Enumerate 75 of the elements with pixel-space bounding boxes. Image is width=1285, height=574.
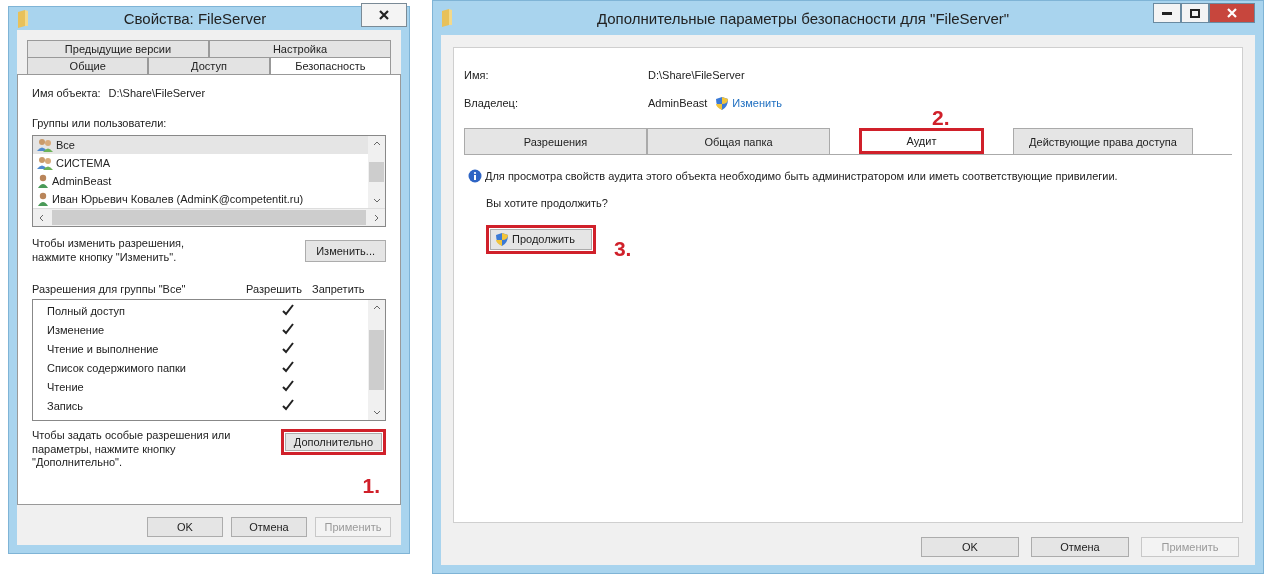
chevron-down-icon bbox=[372, 409, 381, 415]
tab[interactable]: Аудит bbox=[859, 128, 984, 154]
deny-header: Запретить bbox=[312, 282, 366, 295]
close-icon bbox=[1227, 8, 1237, 18]
tab[interactable]: Общая папка bbox=[647, 128, 830, 154]
advanced-hint: Чтобы задать особые разрешения или параметры, нажмите кнопку "Дополнительно". bbox=[32, 428, 232, 470]
owner-value: AdminBeast bbox=[648, 97, 708, 109]
maximize-icon bbox=[1190, 8, 1200, 18]
vertical-scrollbar[interactable] bbox=[368, 136, 385, 209]
permission-name: Список содержимого папки bbox=[47, 362, 187, 375]
permission-name: Запись bbox=[47, 400, 85, 413]
permission-name: Изменение bbox=[47, 324, 106, 337]
folder-icon bbox=[441, 9, 453, 27]
close-icon bbox=[379, 9, 389, 20]
permissions-header: Разрешения для группы "Все" bbox=[32, 282, 187, 295]
tab[interactable]: Предыдущие версии bbox=[27, 40, 209, 58]
chevron-right-icon bbox=[374, 213, 379, 222]
shield-icon bbox=[715, 95, 730, 111]
user-name: Иван Юрьевич Ковалев (AdminK@competentit.ru) bbox=[52, 193, 304, 206]
tab[interactable]: Настройка bbox=[209, 40, 391, 58]
minimize-button[interactable] bbox=[1153, 3, 1181, 23]
change-owner-link[interactable]: Изменить bbox=[732, 97, 782, 109]
window-title: Дополнительные параметры безопасности для "FileServer" bbox=[595, 9, 1011, 27]
list-item[interactable]: СИСТЕМА bbox=[33, 154, 368, 173]
dialog-button[interactable]: OK bbox=[147, 517, 223, 537]
name-label: Имя: bbox=[464, 69, 490, 81]
info-icon bbox=[468, 169, 482, 183]
list-item[interactable]: Иван Юрьевич Ковалев (AdminK@competentit.ru) bbox=[33, 190, 368, 209]
user-icon bbox=[37, 174, 49, 189]
users-icon bbox=[37, 138, 53, 153]
change-button[interactable]: Изменить... bbox=[305, 240, 386, 262]
change-hint: Чтобы изменить разрешения, нажмите кнопку "Изменить". bbox=[32, 237, 186, 265]
step-number: 1. bbox=[362, 474, 380, 498]
list-item[interactable]: Все bbox=[33, 136, 368, 155]
continue-button[interactable]: Продолжить bbox=[486, 224, 596, 254]
object-name-label: Имя объекта: bbox=[32, 87, 101, 100]
advanced-button[interactable]: Дополнительно bbox=[280, 428, 386, 455]
user-icon bbox=[37, 192, 49, 207]
maximize-button[interactable] bbox=[1181, 3, 1209, 23]
question-text: Вы хотите продолжить? bbox=[486, 197, 609, 209]
permission-name: Чтение и выполнение bbox=[47, 343, 160, 356]
horizontal-scrollbar[interactable] bbox=[33, 208, 385, 227]
permission-name: Полный доступ bbox=[47, 305, 127, 318]
tab[interactable]: Безопасность bbox=[269, 57, 391, 75]
permission-name: Чтение bbox=[47, 381, 85, 394]
object-name-value: D:\Share\FileServer bbox=[108, 87, 206, 100]
info-message: Для просмотра свойств аудита этого объекта необходимо быть администратором или иметь соответствующие привилегии. bbox=[485, 170, 1118, 182]
tab[interactable]: Общие bbox=[27, 57, 149, 75]
minimize-icon bbox=[1162, 11, 1172, 15]
user-name: Все bbox=[56, 139, 75, 152]
tab[interactable]: Разрешения bbox=[464, 128, 647, 154]
chevron-up-icon bbox=[372, 141, 381, 147]
allow-header: Разрешить bbox=[246, 282, 303, 295]
dialog-button[interactable]: Отмена bbox=[1031, 537, 1129, 557]
user-name: СИСТЕМА bbox=[56, 157, 110, 170]
dialog-button[interactable]: OK bbox=[921, 537, 1019, 557]
owner-label: Владелец: bbox=[464, 97, 519, 109]
user-name: AdminBeast bbox=[52, 175, 112, 188]
tab[interactable]: Доступ bbox=[148, 57, 270, 75]
chevron-down-icon bbox=[372, 198, 381, 204]
vertical-scrollbar[interactable] bbox=[368, 299, 385, 420]
chevron-up-icon bbox=[372, 304, 381, 310]
users-icon bbox=[37, 156, 53, 171]
list-item[interactable]: AdminBeast bbox=[33, 172, 368, 191]
groups-label: Группы или пользователи: bbox=[32, 117, 168, 130]
close-button[interactable] bbox=[361, 2, 407, 27]
name-value: D:\Share\FileServer bbox=[648, 69, 745, 81]
window-title: Свойства: FileServer bbox=[122, 10, 268, 28]
step-number: 3. bbox=[613, 237, 632, 261]
tab[interactable]: Действующие права доступа bbox=[1013, 128, 1193, 154]
step-number: 2. bbox=[932, 106, 950, 129]
folder-icon bbox=[17, 9, 29, 28]
chevron-left-icon bbox=[39, 213, 44, 222]
shield-icon bbox=[495, 231, 509, 247]
dialog-button[interactable]: Отмена bbox=[231, 517, 307, 537]
